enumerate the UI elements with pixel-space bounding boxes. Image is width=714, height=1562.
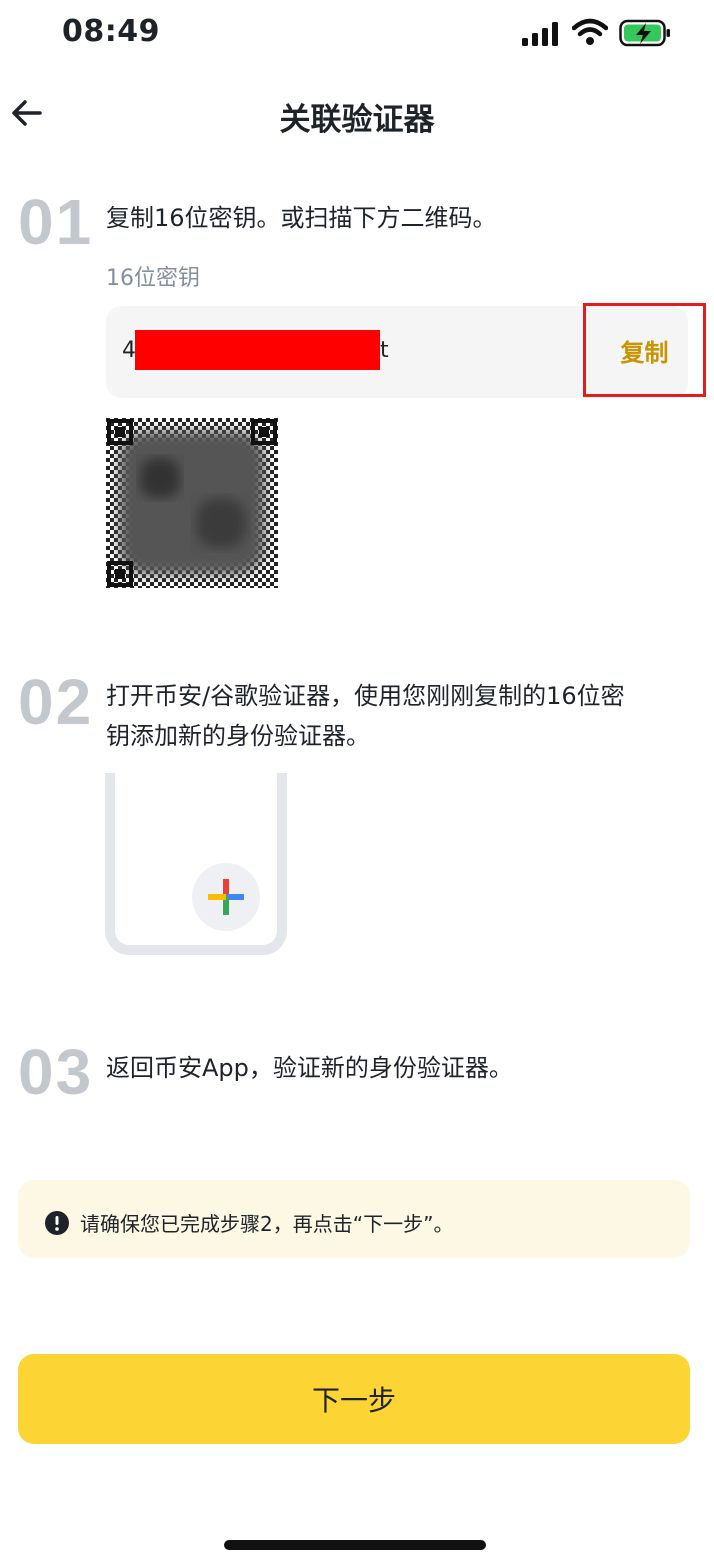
- home-indicator[interactable]: [224, 1540, 486, 1550]
- secret-key-suffix: t: [380, 338, 389, 363]
- wifi-icon: [572, 18, 608, 45]
- copy-key-button[interactable]: 复制: [583, 303, 706, 397]
- step-2-number: 02: [18, 666, 94, 738]
- phone-illustration: [105, 773, 287, 955]
- key-label: 16位密钥: [106, 266, 200, 291]
- next-step-button[interactable]: 下一步: [18, 1354, 690, 1444]
- secret-key-prefix: 4: [122, 338, 136, 363]
- page-title: 关联验证器: [279, 102, 435, 138]
- battery-charging-icon: [619, 19, 670, 47]
- qr-code[interactable]: [106, 418, 278, 588]
- step-3-number: 03: [18, 1036, 94, 1108]
- secret-key-redaction: [135, 330, 380, 370]
- status-time: 08:49: [62, 14, 160, 49]
- exclamation-circle-icon: [45, 1211, 69, 1235]
- step-3-text: 返回币安App，验证新的身份验证器。: [106, 1054, 513, 1082]
- step-1-number: 01: [18, 186, 94, 258]
- step-2-text-line-2: 钥添加新的身份验证器。: [106, 722, 370, 750]
- notice-text: 请确保您已完成步骤2，再点击“下一步”。: [80, 1212, 454, 1236]
- step-2-text-line-1: 打开币安/谷歌验证器，使用您刚刚复制的16位密: [106, 682, 625, 710]
- step-1-text: 复制16位密钥。或扫描下方二维码。: [106, 204, 497, 232]
- cellular-signal-icon: [522, 22, 558, 46]
- google-plus-icon: [208, 879, 244, 915]
